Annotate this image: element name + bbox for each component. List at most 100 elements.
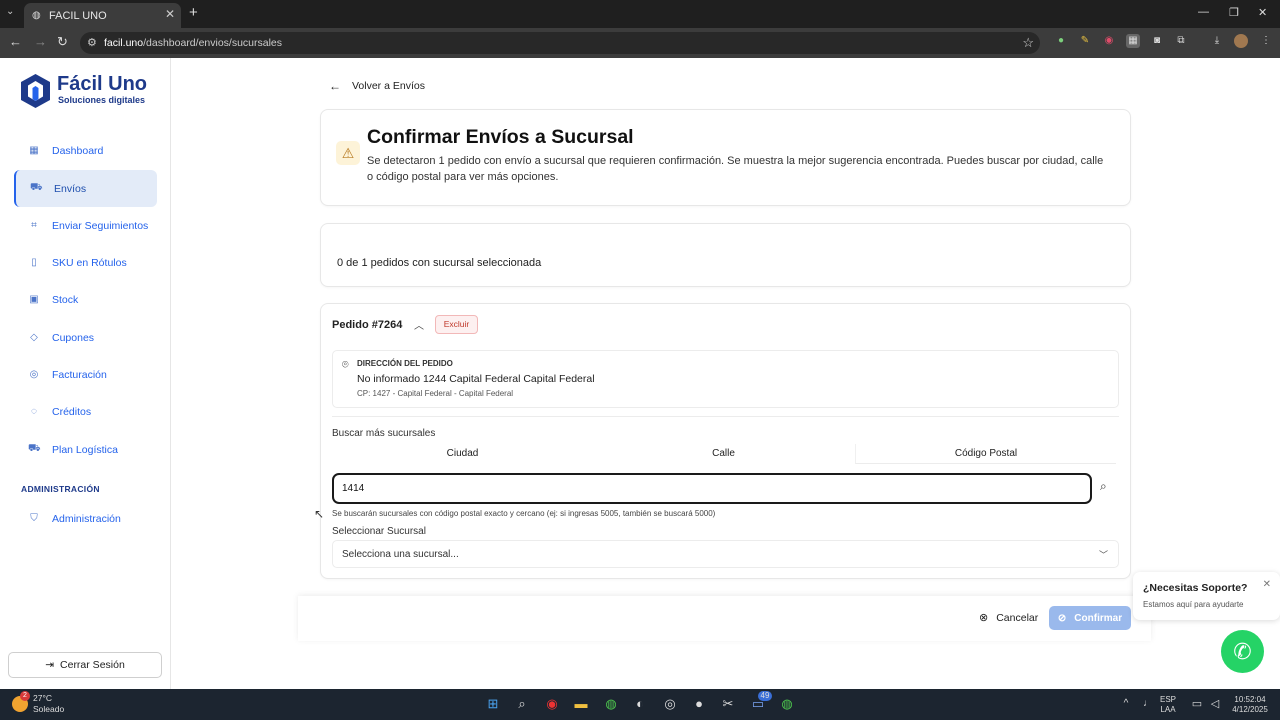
weather-condition: Soleado <box>33 704 65 714</box>
divider <box>332 416 1119 417</box>
arrow-left-icon: ← <box>329 79 341 93</box>
monitor-icon[interactable]: ▭ <box>1189 696 1205 712</box>
site-info-icon[interactable]: ⚙ <box>87 36 97 49</box>
weather-widget[interactable]: 2 27°C Soleado <box>12 691 65 715</box>
support-popup[interactable]: ¿Necesitas Soporte? Estamos aquí para ay… <box>1133 572 1280 620</box>
whatsapp-icon: ✆ <box>1233 639 1252 664</box>
address-postal-code: CP: 1427 - Capital Federal - Capital Fed… <box>357 389 514 398</box>
obs-icon[interactable]: ◎ <box>662 696 678 712</box>
clock-date: 4/12/2025 <box>1232 705 1268 714</box>
search-icon[interactable]: ⌕ <box>514 696 530 712</box>
exclude-button[interactable]: Excluir <box>435 315 478 334</box>
sidebar-item-label: Envíos <box>54 182 87 195</box>
brand-logo[interactable]: Fácil Uno Soluciones digitales <box>20 73 147 109</box>
sidebar-item-cupones[interactable]: ◇ Cupones <box>14 319 157 356</box>
logout-icon: ⇥ <box>45 659 55 671</box>
chrome-icon[interactable]: ◍ <box>779 696 795 712</box>
temperature: 27°C <box>33 693 52 703</box>
sidebar-item-facturacion[interactable]: ◎ Facturación <box>14 356 157 393</box>
url-bar[interactable]: ⚙ facil.uno/dashboard/envios/sucursales … <box>80 32 1040 54</box>
cancel-button[interactable]: ⊗ Cancelar <box>979 611 1039 625</box>
profile-avatar[interactable] <box>1234 34 1248 48</box>
sidebar-item-label: Créditos <box>52 405 92 418</box>
brand-subtitle: Soluciones digitales <box>58 95 146 105</box>
tab-ciudad[interactable]: Ciudad <box>332 444 593 464</box>
close-icon[interactable]: ✕ <box>1263 579 1271 590</box>
coins-icon: ◌ <box>31 406 37 417</box>
sidebar-item-administracion[interactable]: ⛉ Administración <box>14 500 157 537</box>
input-language[interactable]: ESP LAA <box>1160 695 1176 715</box>
sidebar-item-label: Stock <box>52 293 79 306</box>
sidebar-item-plan-logistica[interactable]: ⛟ Plan Logística <box>14 431 157 468</box>
sidebar-item-label: Enviar Seguimientos <box>52 219 149 232</box>
download-icon[interactable]: ⤓ <box>1210 34 1224 48</box>
logout-label: Cerrar Sesión <box>60 659 125 671</box>
file-explorer-icon[interactable]: ▬ <box>573 696 589 712</box>
search-icon[interactable]: ⌕ <box>1100 479 1107 494</box>
media-player-icon[interactable]: ◉ <box>544 696 560 712</box>
sidebar-item-envios[interactable]: ⛟ Envíos <box>14 170 157 207</box>
check-circle-icon: ⊘ <box>1057 612 1067 624</box>
sidebar-item-label: Administración <box>52 512 121 525</box>
sidebar-item-creditos[interactable]: ◌ Créditos <box>14 393 157 430</box>
mouse-cursor-icon: ↖ <box>314 507 325 521</box>
bookmark-star-icon[interactable]: ☆ <box>1022 35 1034 51</box>
postal-code-search-input[interactable]: 1414 <box>332 473 1092 504</box>
address-heading: DIRECCIÓN DEL PEDIDO <box>357 359 453 368</box>
lang-layout: LAA <box>1160 705 1176 714</box>
capcut-icon[interactable]: ✂ <box>720 696 736 712</box>
branch-select[interactable]: Selecciona una sucursal... ﹀ <box>332 540 1119 568</box>
tab-title: FACIL UNO <box>49 9 107 22</box>
sidebar-item-label: Facturación <box>52 368 107 381</box>
whatsapp-button[interactable]: ✆ <box>1221 630 1264 673</box>
more-menu-icon[interactable]: ⋮ <box>1259 34 1273 48</box>
close-tab-icon[interactable]: ✕ <box>165 7 175 21</box>
extension-camera-icon[interactable]: ◙ <box>1150 34 1164 48</box>
sidebar-item-label: Dashboard <box>52 144 104 157</box>
search-mode-tabs: Ciudad Calle Código Postal <box>332 444 1119 464</box>
minimize-icon[interactable]: — <box>1198 6 1209 18</box>
extensions-puzzle-icon[interactable]: ⧉ <box>1174 34 1188 48</box>
brand-title: Fácil Uno <box>57 73 148 95</box>
chevron-up-icon[interactable]: ^ <box>1118 696 1134 712</box>
chevron-down-icon: ﹀ <box>1098 550 1108 560</box>
tab-calle[interactable]: Calle <box>593 444 854 464</box>
cancel-label: Cancelar <box>996 611 1039 624</box>
confirm-button[interactable]: ⊘ Confirmar <box>1049 606 1131 630</box>
extension-pen-icon[interactable]: ✎ <box>1078 34 1092 48</box>
reload-icon[interactable]: ↻ <box>57 34 68 50</box>
forward-arrow-icon[interactable]: → <box>34 34 47 49</box>
windows-start-icon[interactable]: ⊞ <box>485 696 501 712</box>
github-icon[interactable]: ● <box>691 696 707 712</box>
logout-button[interactable]: ⇥ Cerrar Sesión <box>8 652 162 678</box>
browser-tab[interactable]: ◍ FACIL UNO ✕ <box>24 3 181 28</box>
close-window-icon[interactable]: ✕ <box>1258 6 1267 19</box>
scan-icon: ⌗ <box>31 220 37 231</box>
sidebar-item-enviar-seguimientos[interactable]: ⌗ Enviar Seguimientos <box>14 207 157 244</box>
sidebar-item-sku-rotulos[interactable]: ▯ SKU en Rótulos <box>14 244 157 281</box>
restore-icon[interactable]: ❐ <box>1229 6 1239 19</box>
sidebar-item-stock[interactable]: ▣ Stock <box>14 281 157 318</box>
sidebar-item-dashboard[interactable]: ▦ Dashboard <box>14 132 157 169</box>
chrome-icon[interactable]: ◍ <box>603 696 619 712</box>
new-tab-icon[interactable]: + <box>189 4 198 21</box>
notification-count-badge: 49 <box>758 691 772 701</box>
volume-icon[interactable]: ◁ <box>1207 696 1223 712</box>
windows-taskbar: 2 27°C Soleado ⊞ ⌕ ◉ ▬ ◍ ◐ ◎ ● ✂ ▭ 49 ◍ ^… <box>0 689 1280 720</box>
header-card: ⚠ Confirmar Envíos a Sucursal Se detecta… <box>320 109 1131 206</box>
microphone-icon[interactable]: ♩ <box>1140 696 1156 712</box>
lang-code: ESP <box>1160 695 1177 704</box>
extension-shield-icon[interactable]: ● <box>1054 34 1068 48</box>
back-arrow-icon[interactable]: ← <box>9 34 22 49</box>
chevron-up-icon[interactable]: ︿ <box>414 317 424 332</box>
page-description: Se detectaron 1 pedido con envío a sucur… <box>367 155 1104 183</box>
back-to-envios-link[interactable]: ← Volver a Envíos <box>329 79 425 93</box>
tab-list-icon[interactable]: ⌄ <box>6 6 14 17</box>
tab-codigo-postal[interactable]: Código Postal <box>855 444 1116 464</box>
browser-tab-bar: ⌄ ◍ FACIL UNO ✕ + — ❐ ✕ <box>0 0 1280 28</box>
clock[interactable]: 10:52:04 4/12/2025 <box>1226 695 1274 715</box>
extension-grid-icon[interactable]: ▦ <box>1126 34 1140 48</box>
sidebar: Fácil Uno Soluciones digitales ▦ Dashboar… <box>0 58 171 689</box>
app-icon[interactable]: ◐ <box>632 696 648 712</box>
extension-record-icon[interactable]: ◉ <box>1102 34 1116 48</box>
